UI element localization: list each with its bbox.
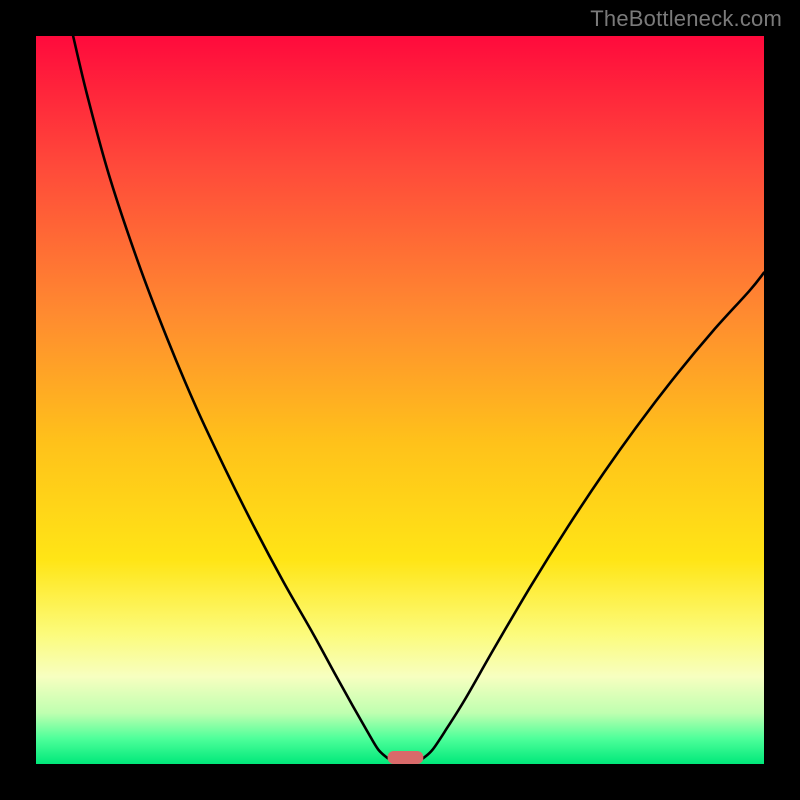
baseline-marker [388, 751, 424, 764]
bottleneck-chart [0, 0, 800, 800]
watermark-text: TheBottleneck.com [590, 6, 782, 32]
plot-background [36, 36, 764, 764]
chart-frame: TheBottleneck.com [0, 0, 800, 800]
